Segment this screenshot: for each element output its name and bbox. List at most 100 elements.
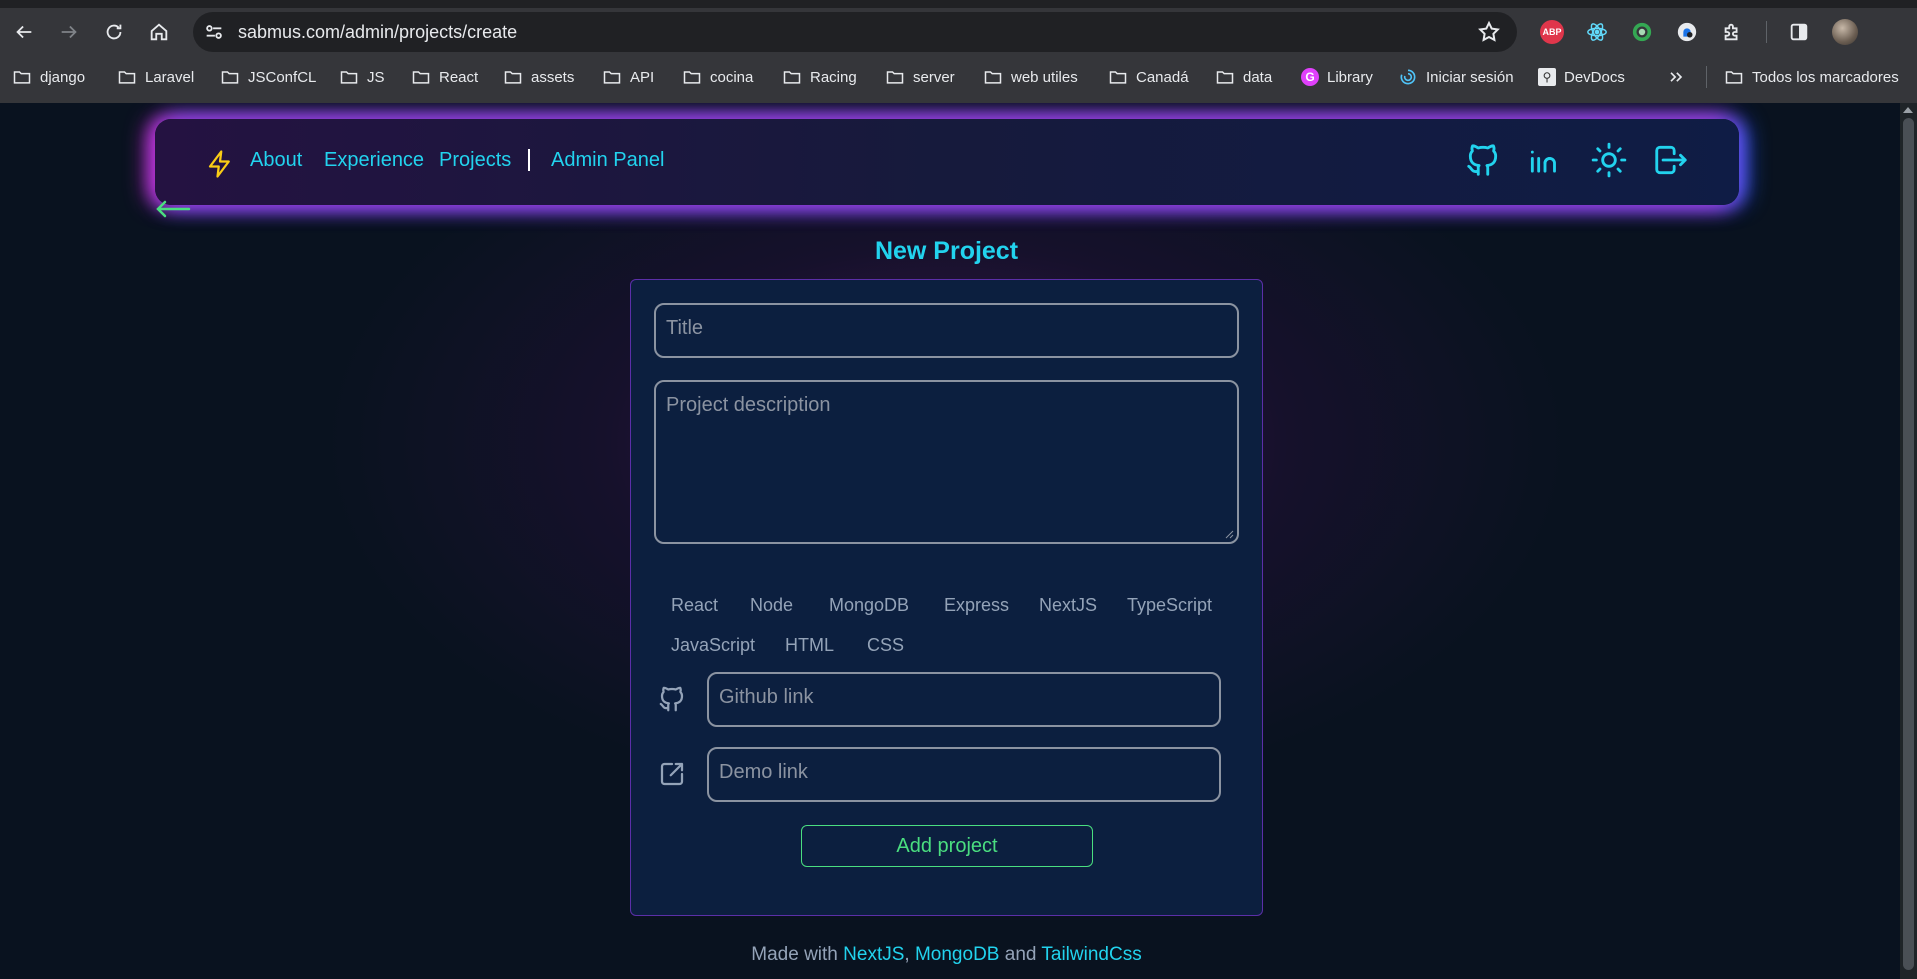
profile-button[interactable] xyxy=(1831,18,1859,46)
demo-link-input[interactable]: Demo link xyxy=(707,747,1221,802)
footer-link-nextjs[interactable]: NextJS xyxy=(843,944,904,965)
bookmark-react[interactable]: React xyxy=(411,62,478,92)
green-circle-icon xyxy=(1632,22,1652,42)
tech-html[interactable]: HTML xyxy=(785,635,834,656)
all-bookmarks-button[interactable]: Todos los marcadores xyxy=(1724,62,1899,92)
site-settings-icon[interactable] xyxy=(203,21,225,43)
forward-button[interactable] xyxy=(53,16,85,48)
adblock-plus-extension[interactable]: ABP xyxy=(1538,18,1566,46)
site-navbar: About Experience Projects Admin Panel xyxy=(155,119,1739,205)
folder-icon xyxy=(340,71,358,84)
bookmark-cocina[interactable]: cocina xyxy=(682,62,753,92)
toolbar-divider xyxy=(1766,21,1767,43)
nav-link-projects[interactable]: Projects xyxy=(439,149,511,172)
logout-button[interactable] xyxy=(1652,141,1690,179)
bookmark-web-utiles[interactable]: web utiles xyxy=(983,62,1078,92)
bookmark-star-icon[interactable] xyxy=(1477,20,1501,44)
github-icon xyxy=(1467,144,1498,176)
linkedin-icon xyxy=(1530,150,1556,173)
bookmarks-bar: django Laravel JSConfCL JS React assets … xyxy=(0,62,1917,92)
tech-javascript[interactable]: JavaScript xyxy=(671,635,755,656)
bookmark-laravel[interactable]: Laravel xyxy=(117,62,194,92)
nav-link-about[interactable]: About xyxy=(250,149,302,172)
bookmark-label: Laravel xyxy=(145,68,195,86)
folder-icon xyxy=(886,71,904,84)
demo-field-icon xyxy=(657,759,687,789)
resize-handle-icon[interactable] xyxy=(1224,529,1234,539)
folder-icon xyxy=(1725,71,1743,84)
side-panel-button[interactable] xyxy=(1785,18,1813,46)
bookmark-devdocs[interactable]: ⚲ DevDocs xyxy=(1538,62,1625,92)
bookmark-racing[interactable]: Racing xyxy=(782,62,857,92)
github-field-icon xyxy=(657,684,687,714)
nav-divider xyxy=(528,149,530,171)
green-extension[interactable] xyxy=(1628,18,1656,46)
description-textarea[interactable]: Project description xyxy=(654,380,1239,544)
tech-css[interactable]: CSS xyxy=(867,635,904,656)
react-devtools-extension[interactable] xyxy=(1583,18,1611,46)
bookmark-label: django xyxy=(40,68,86,86)
bookmark-canada[interactable]: Canadá xyxy=(1108,62,1189,92)
bookmark-label: API xyxy=(630,68,655,86)
page-viewport: About Experience Projects Admin Panel Ne… xyxy=(0,103,1900,979)
bookmark-iniciar-sesion[interactable]: Iniciar sesión xyxy=(1398,62,1514,92)
folder-icon xyxy=(412,71,430,84)
avatar xyxy=(1832,19,1858,45)
github-icon xyxy=(659,686,684,712)
footer-link-mongodb[interactable]: MongoDB xyxy=(915,944,1000,965)
title-input[interactable]: Title xyxy=(654,303,1239,358)
bookmark-label: server xyxy=(913,68,955,86)
github-link[interactable] xyxy=(1464,141,1502,179)
lightning-bolt-icon[interactable] xyxy=(205,149,235,179)
bookmark-js[interactable]: JS xyxy=(339,62,385,92)
bookmark-api[interactable]: API xyxy=(602,62,654,92)
bookmark-label: DevDocs xyxy=(1564,68,1625,86)
home-button[interactable] xyxy=(143,16,175,48)
scrollbar-thumb[interactable] xyxy=(1903,118,1914,970)
tech-mongodb[interactable]: MongoDB xyxy=(829,595,909,616)
tab-strip xyxy=(0,0,1917,8)
bookmark-server[interactable]: server xyxy=(885,62,955,92)
folder-icon xyxy=(783,71,801,84)
more-bookmarks-button[interactable] xyxy=(1666,62,1686,92)
sun-icon xyxy=(1591,142,1627,178)
bookmark-library[interactable]: G Library xyxy=(1301,62,1373,92)
arrow-right-icon xyxy=(61,25,77,39)
bookmark-assets[interactable]: assets xyxy=(503,62,574,92)
footer-link-tailwindcss[interactable]: TailwindCss xyxy=(1041,944,1141,965)
extensions-button[interactable] xyxy=(1718,18,1746,46)
puzzle-icon xyxy=(1724,23,1738,41)
lock-shield-icon xyxy=(1677,22,1697,42)
reload-icon xyxy=(106,24,122,40)
logout-icon xyxy=(1655,145,1687,175)
tech-node[interactable]: Node xyxy=(750,595,793,616)
bookmark-label: assets xyxy=(531,68,575,86)
tech-react[interactable]: React xyxy=(671,595,718,616)
url-text[interactable]: sabmus.com/admin/projects/create xyxy=(238,22,517,43)
bookmark-label: data xyxy=(1243,68,1273,86)
bookmark-jsconfcl[interactable]: JSConfCL xyxy=(220,62,316,92)
theme-toggle[interactable] xyxy=(1590,141,1628,179)
tech-typescript[interactable]: TypeScript xyxy=(1127,595,1212,616)
blue-extension[interactable] xyxy=(1673,18,1701,46)
add-project-button[interactable]: Add project xyxy=(801,825,1093,867)
address-bar[interactable]: sabmus.com/admin/projects/create xyxy=(193,12,1517,52)
back-button[interactable] xyxy=(8,16,40,48)
bookmarks-divider xyxy=(1706,66,1707,88)
bookmark-data[interactable]: data xyxy=(1215,62,1272,92)
reload-button[interactable] xyxy=(98,16,130,48)
nav-link-experience[interactable]: Experience xyxy=(324,149,424,172)
nav-link-admin-panel[interactable]: Admin Panel xyxy=(551,149,664,172)
tech-nextjs[interactable]: NextJS xyxy=(1039,595,1097,616)
folder-icon xyxy=(603,71,621,84)
scroll-up-arrow-icon[interactable] xyxy=(1903,107,1913,113)
browser-chrome: sabmus.com/admin/projects/create ABP dja… xyxy=(0,0,1917,103)
github-link-input[interactable]: Github link xyxy=(707,672,1221,727)
back-arrow-icon[interactable] xyxy=(155,197,191,221)
bookmark-label: Iniciar sesión xyxy=(1426,68,1514,86)
tech-express[interactable]: Express xyxy=(944,595,1009,616)
double-chevron-right-icon xyxy=(1670,72,1683,82)
page-title: New Project xyxy=(874,237,1019,265)
bookmark-django[interactable]: django xyxy=(12,62,85,92)
linkedin-link[interactable] xyxy=(1526,141,1564,179)
